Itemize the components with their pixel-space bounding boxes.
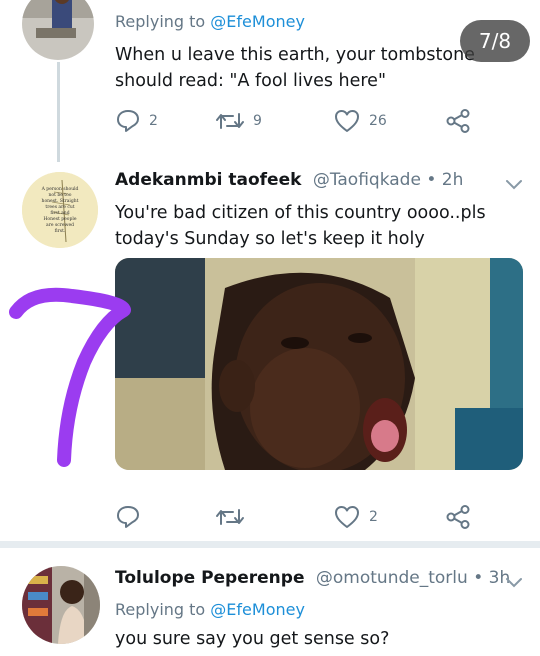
replying-prefix: Replying to bbox=[115, 600, 206, 619]
separator-dot: • bbox=[473, 568, 484, 588]
reply-button[interactable]: 2 bbox=[115, 108, 158, 134]
like-icon bbox=[333, 108, 361, 134]
display-name[interactable]: Adekanmbi taofeek bbox=[115, 170, 301, 190]
tweet-1[interactable]: Replying to @EfeMoney When u leave this … bbox=[0, 0, 540, 162]
retweet-icon bbox=[215, 504, 245, 530]
reply-icon bbox=[115, 504, 141, 530]
tweet-media-image[interactable] bbox=[115, 258, 523, 470]
separator-dot: • bbox=[426, 170, 437, 190]
reply-button[interactable] bbox=[115, 504, 141, 530]
retweet-button[interactable] bbox=[215, 504, 245, 530]
tweet-actions: 2 9 26 bbox=[115, 108, 495, 138]
like-icon bbox=[333, 504, 361, 530]
share-icon bbox=[445, 504, 471, 530]
avatar[interactable] bbox=[22, 566, 100, 644]
retweet-count: 9 bbox=[253, 113, 262, 129]
tweet-actions: 2 bbox=[115, 504, 495, 534]
avatar[interactable] bbox=[22, 0, 94, 60]
replying-to: Replying to @EfeMoney bbox=[115, 600, 305, 619]
tweet-header: Tolulope Peperenpe @omotunde_torlu • 3h bbox=[115, 568, 510, 588]
svg-text:not be too: not be too bbox=[48, 192, 71, 198]
svg-text:honest. Straight: honest. Straight bbox=[42, 198, 79, 204]
svg-text:first.: first. bbox=[55, 228, 66, 234]
divider bbox=[0, 541, 540, 548]
tweet-text: you sure say you get sense so? bbox=[115, 626, 389, 652]
tweet-text: When u leave this earth, your tombstone … bbox=[115, 42, 475, 94]
chevron-down-icon[interactable] bbox=[505, 176, 523, 195]
story-page-badge: 7/8 bbox=[460, 20, 530, 62]
replying-prefix: Replying to bbox=[115, 12, 206, 31]
chevron-down-icon[interactable] bbox=[505, 574, 523, 593]
share-button[interactable] bbox=[445, 108, 471, 134]
avatar[interactable]: A person should not be too honest. Strai… bbox=[22, 172, 98, 248]
avatar-quote-image: A person should not be too honest. Strai… bbox=[22, 172, 98, 248]
share-icon bbox=[445, 108, 471, 134]
reply-icon bbox=[115, 108, 141, 134]
svg-text:trees are cut: trees are cut bbox=[45, 204, 74, 210]
thread-line bbox=[57, 62, 60, 162]
tweet-text-line: you sure say you get sense so? bbox=[115, 629, 390, 649]
retweet-icon bbox=[215, 108, 245, 134]
like-count: 2 bbox=[369, 509, 378, 525]
handle[interactable]: @omotunde_torlu bbox=[316, 568, 468, 588]
svg-text:first and: first and bbox=[50, 210, 69, 216]
replying-handle-link[interactable]: @EfeMoney bbox=[210, 12, 305, 31]
tweet-text-line: today's Sunday so let's keep it holy bbox=[115, 229, 425, 249]
handle[interactable]: @Taofiqkade bbox=[313, 170, 421, 190]
tweet-3[interactable]: Tolulope Peperenpe @omotunde_torlu • 3h … bbox=[0, 548, 540, 656]
replying-to: Replying to @EfeMoney bbox=[115, 12, 305, 31]
tweet-text-line: When u leave this earth, your tombstone bbox=[115, 45, 475, 65]
like-count: 26 bbox=[369, 113, 387, 129]
display-name[interactable]: Tolulope Peperenpe bbox=[115, 568, 304, 588]
svg-text:Honest people: Honest people bbox=[44, 216, 77, 222]
replying-handle-link[interactable]: @EfeMoney bbox=[210, 600, 305, 619]
tweet-text-line: You're bad citizen of this country oooo.… bbox=[115, 203, 486, 223]
story-number-overlay bbox=[2, 282, 132, 472]
svg-text:A person should: A person should bbox=[41, 186, 79, 192]
tweet-text-line: should read: "A fool lives here" bbox=[115, 71, 387, 91]
like-button[interactable]: 2 bbox=[333, 504, 378, 530]
tweet-text: You're bad citizen of this country oooo.… bbox=[115, 200, 486, 252]
like-button[interactable]: 26 bbox=[333, 108, 387, 134]
svg-text:are screwed: are screwed bbox=[46, 222, 74, 228]
share-button[interactable] bbox=[445, 504, 471, 530]
timestamp: 2h bbox=[441, 170, 464, 190]
reply-count: 2 bbox=[149, 113, 158, 129]
retweet-button[interactable]: 9 bbox=[215, 108, 262, 134]
tweet-header: Adekanmbi taofeek @Taofiqkade • 2h bbox=[115, 170, 463, 190]
